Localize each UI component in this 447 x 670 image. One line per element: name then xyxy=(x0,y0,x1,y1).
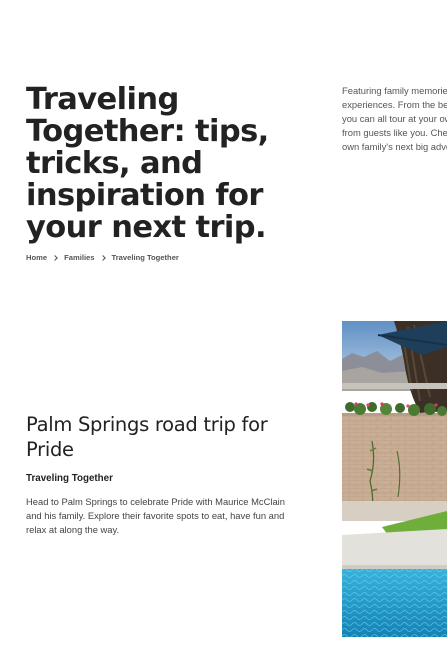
page-title-line: tricks, and xyxy=(26,146,203,181)
article-description-line: Head to Palm Springs to celebrate Pride … xyxy=(26,496,285,507)
breadcrumb-traveling-together-link[interactable]: Traveling Together xyxy=(112,253,179,262)
intro-text: Featuring family memories experiences. F… xyxy=(342,84,447,164)
page-title-line: inspiration for xyxy=(26,178,263,213)
breadcrumb-families-link[interactable]: Families xyxy=(64,253,94,262)
page-title-line: Traveling xyxy=(26,82,179,117)
article-title-line: Palm Springs road trip for xyxy=(26,413,268,436)
intro-line: you can all tour at your ow xyxy=(342,113,447,124)
article-title-line: Pride xyxy=(26,438,74,461)
article-photo[interactable] xyxy=(342,321,447,637)
page-title-line: your next trip. xyxy=(26,210,267,245)
article-category: Traveling Together xyxy=(26,473,113,484)
intro-line: experiences. From the best xyxy=(342,99,447,110)
page-title-line: Together: tips, xyxy=(26,114,269,149)
intro-line: own family's next big adver xyxy=(342,141,447,152)
intro-line: Featuring family memories xyxy=(342,85,447,96)
chevron-right-icon xyxy=(101,254,106,262)
breadcrumb: Home Families Traveling Together xyxy=(26,253,179,262)
article-description: Head to Palm Springs to celebrate Pride … xyxy=(26,495,288,537)
article-description-line: relax at along the way. xyxy=(26,524,120,535)
article-description-line: and his family. Explore their favorite s… xyxy=(26,510,285,521)
article-title-link[interactable]: Palm Springs road trip for Pride xyxy=(26,412,286,462)
breadcrumb-home-link[interactable]: Home xyxy=(26,253,47,262)
chevron-right-icon xyxy=(53,254,58,262)
intro-line: from guests like you. Check xyxy=(342,127,447,138)
page-title: Traveling Together: tips, tricks, and in… xyxy=(26,84,306,244)
